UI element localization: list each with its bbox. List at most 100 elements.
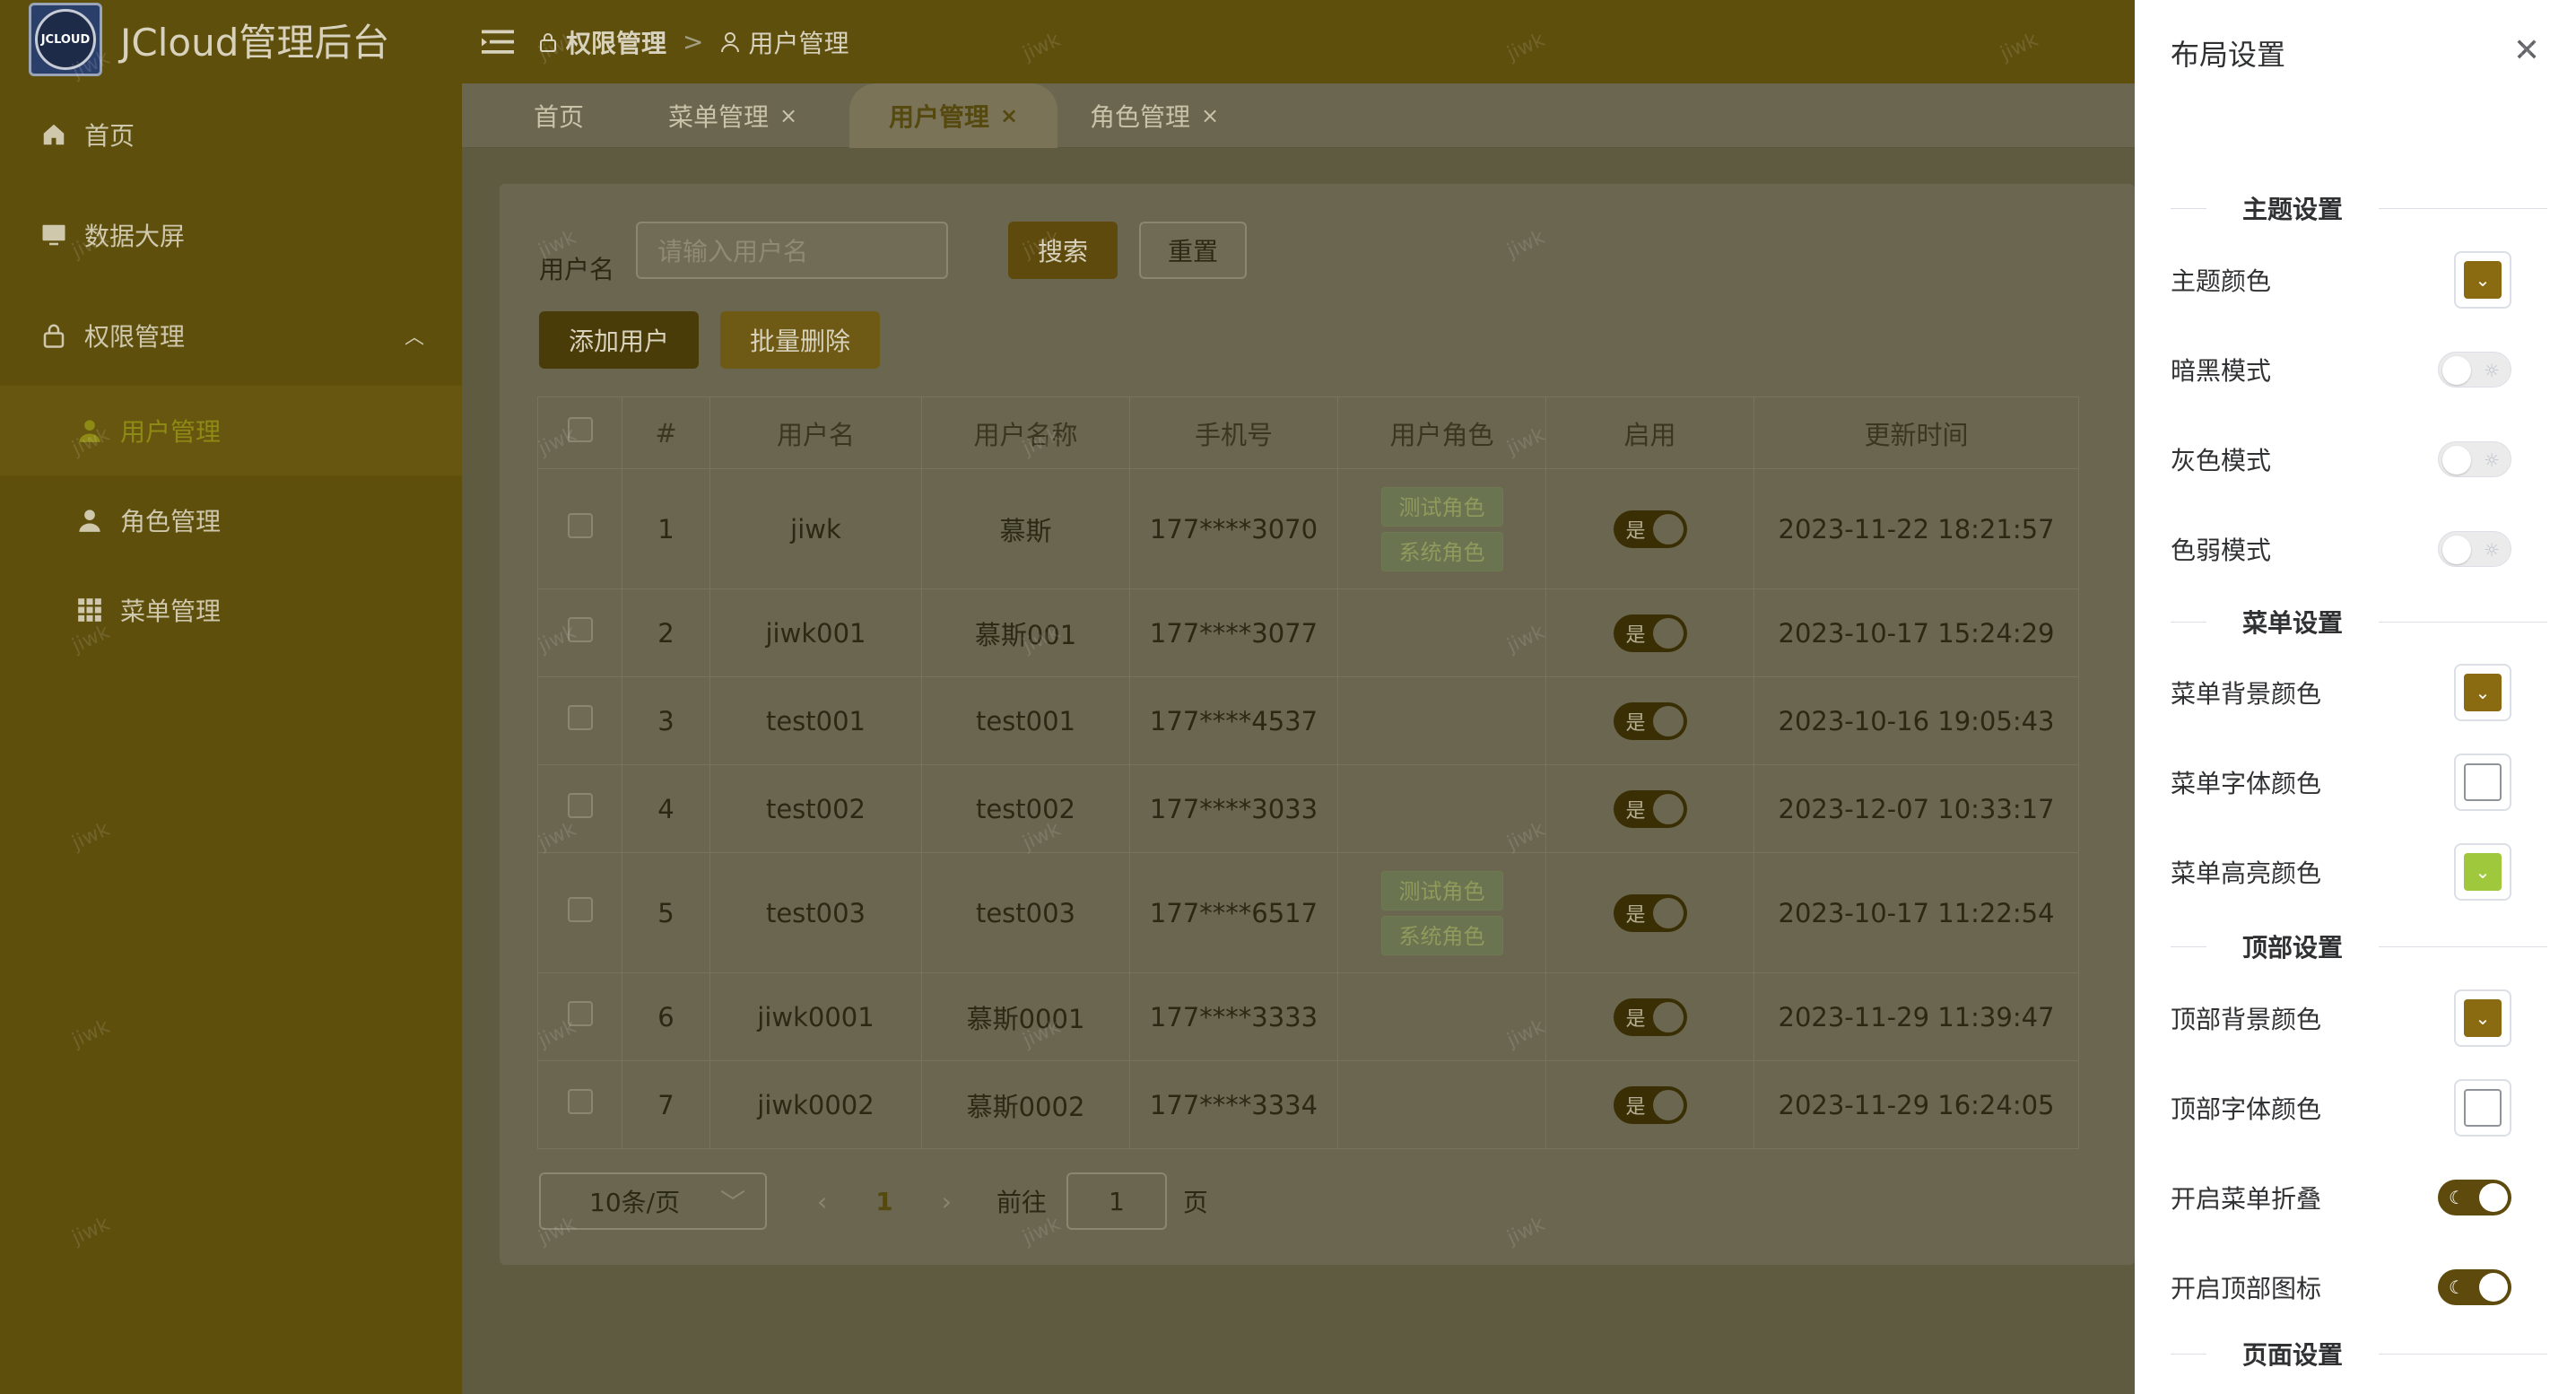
page-suffix: 页 [1182, 1188, 1208, 1217]
menu-fold-icon[interactable] [482, 29, 514, 56]
cell-phone: 177****3334 [1129, 1060, 1338, 1149]
moon-icon: ☾ [2449, 1187, 2465, 1208]
sidebar-item-home[interactable]: 首页 [0, 90, 462, 179]
search-label: 用户名 [539, 255, 615, 284]
app-logo[interactable]: JCLOUD JCloud管理后台 [29, 3, 389, 76]
sidebar-item-label: 数据大屏 [84, 222, 186, 251]
close-icon[interactable]: × [1201, 103, 1219, 128]
cell-enabled: 是 [1545, 676, 1754, 765]
row-top-font: 顶部字体颜色 [2171, 1079, 2511, 1137]
sidebar-item-menus[interactable]: 菜单管理 [0, 565, 462, 655]
chevron-down-icon: ⌄ [2464, 674, 2502, 711]
cell-enabled: 是 [1545, 468, 1754, 589]
row-checkbox[interactable] [567, 617, 593, 642]
enabled-switch[interactable]: 是 [1613, 1085, 1687, 1124]
chevron-down-icon: ⌄ [2464, 853, 2502, 891]
cell-roles: 测试角色 系统角色 [1337, 852, 1546, 973]
reset-button[interactable]: 重置 [1139, 222, 1247, 279]
cell-phone: 177****3333 [1129, 972, 1338, 1061]
page-number-current[interactable]: 1 [875, 1187, 892, 1216]
column-header: 手机号 [1129, 396, 1338, 469]
cell-enabled: 是 [1545, 1060, 1754, 1149]
row-theme-color: 主题颜色 ⌄ [2171, 251, 2511, 309]
select-all-cell [537, 396, 622, 469]
batch-delete-button[interactable]: 批量删除 [720, 311, 880, 369]
cell-index: 3 [622, 676, 710, 765]
row-checkbox[interactable] [567, 705, 593, 730]
sidebar-item-permission[interactable]: 权限管理 ︿ [0, 291, 462, 380]
breadcrumb-item[interactable]: 权限管理 [566, 24, 666, 60]
table-row: 1 jiwk 慕斯 177****3070 测试角色 系统角色是 2023-11-22 18… [537, 468, 2079, 589]
menu-collapse-toggle[interactable]: ☾ [2438, 1180, 2511, 1215]
enabled-switch[interactable]: 是 [1613, 614, 1687, 652]
enabled-switch[interactable]: 是 [1613, 998, 1687, 1036]
row-select-cell [537, 588, 622, 677]
cell-index: 7 [622, 1060, 710, 1149]
tab-home[interactable]: 首页 [534, 83, 584, 148]
theme-color-picker[interactable]: ⌄ [2454, 251, 2511, 309]
tab-menu-management[interactable]: 菜单管理 × [668, 83, 797, 148]
cell-updated: 2023-11-22 18:21:57 [1754, 468, 2079, 589]
section-page: 页面设置 [2171, 1340, 2547, 1367]
row-checkbox[interactable] [567, 1089, 593, 1114]
row-menu-bg: 菜单背景颜色 ⌄ [2171, 664, 2511, 721]
sidebar: JCLOUD JCloud管理后台 首页 数据大屏 权限管理 ︿ 用户管理 角色… [0, 0, 462, 1394]
cell-username: jiwk0001 [709, 972, 922, 1061]
role-tag: 系统角色 [1380, 531, 1503, 571]
enabled-switch[interactable]: 是 [1613, 701, 1687, 740]
prev-page-icon[interactable]: ‹ [817, 1187, 827, 1216]
page-size-select[interactable]: 10条/页 ﹀ [539, 1172, 767, 1230]
next-page-icon[interactable]: › [942, 1187, 952, 1216]
select-all-checkbox[interactable] [567, 417, 593, 442]
cell-roles [1337, 588, 1546, 677]
close-icon[interactable]: ✕ [2513, 32, 2540, 69]
sidebar-item-dashboard[interactable]: 数据大屏 [0, 190, 462, 280]
row-menu-collapse: 开启菜单折叠 ☾ [2171, 1171, 2511, 1224]
enabled-switch[interactable]: 是 [1613, 789, 1687, 828]
tab-user-management[interactable]: 用户管理 × [849, 83, 1058, 148]
cell-roles [1337, 972, 1546, 1061]
enabled-switch[interactable]: 是 [1613, 510, 1687, 548]
top-bg-color-picker[interactable]: ⌄ [2454, 989, 2511, 1047]
row-checkbox[interactable] [567, 793, 593, 818]
row-checkbox[interactable] [567, 513, 593, 538]
cell-index: 4 [622, 764, 710, 853]
cell-updated: 2023-10-17 15:24:29 [1754, 588, 2079, 677]
cell-username: jiwk001 [709, 588, 922, 677]
user-icon [72, 418, 108, 443]
search-button[interactable]: 搜索 [1008, 222, 1118, 279]
table-row: 5 test003 test003 177****6517 测试角色 系统角色是 2023-… [537, 852, 2079, 973]
sidebar-item-roles[interactable]: 角色管理 [0, 475, 462, 565]
column-header: 更新时间 [1754, 396, 2079, 469]
sidebar-item-users[interactable]: 用户管理 [0, 386, 462, 475]
row-checkbox[interactable] [567, 1001, 593, 1026]
menu-font-color-picker[interactable] [2454, 754, 2511, 811]
add-user-button[interactable]: 添加用户 [539, 311, 699, 369]
weak-mode-toggle[interactable]: ☼ [2438, 531, 2511, 567]
table-row: 3 test001 test001 177****4537 是 2023-10-16 19… [537, 676, 2079, 765]
menu-highlight-color-picker[interactable]: ⌄ [2454, 843, 2511, 901]
tab-role-management[interactable]: 角色管理 × [1090, 83, 1219, 148]
cell-index: 2 [622, 588, 710, 677]
cell-name: test002 [921, 764, 1130, 853]
cell-roles: 测试角色 系统角色 [1337, 468, 1546, 589]
cell-index: 1 [622, 468, 710, 589]
chevron-down-icon: ⌄ [2464, 999, 2502, 1037]
top-font-color-picker[interactable] [2454, 1079, 2511, 1137]
sidebar-item-label: 首页 [84, 121, 135, 151]
close-icon[interactable]: × [1000, 103, 1018, 128]
gray-mode-toggle[interactable]: ☼ [2438, 441, 2511, 477]
cell-updated: 2023-10-16 19:05:43 [1754, 676, 2079, 765]
goto-page-input[interactable]: 1 [1066, 1172, 1167, 1230]
menu-bg-color-picker[interactable]: ⌄ [2454, 664, 2511, 721]
row-checkbox[interactable] [567, 897, 593, 922]
top-icon-toggle[interactable]: ☾ [2438, 1269, 2511, 1305]
enabled-switch[interactable]: 是 [1613, 893, 1687, 932]
chevron-up-icon: ︿ [404, 327, 424, 349]
cell-username: test003 [709, 852, 922, 973]
username-search-input[interactable]: 请输入用户名 [636, 222, 948, 279]
section-top: 顶部设置 [2171, 928, 2547, 964]
dark-mode-toggle[interactable]: ☼ [2438, 352, 2511, 388]
close-icon[interactable]: × [779, 103, 797, 128]
row-select-cell [537, 764, 622, 853]
